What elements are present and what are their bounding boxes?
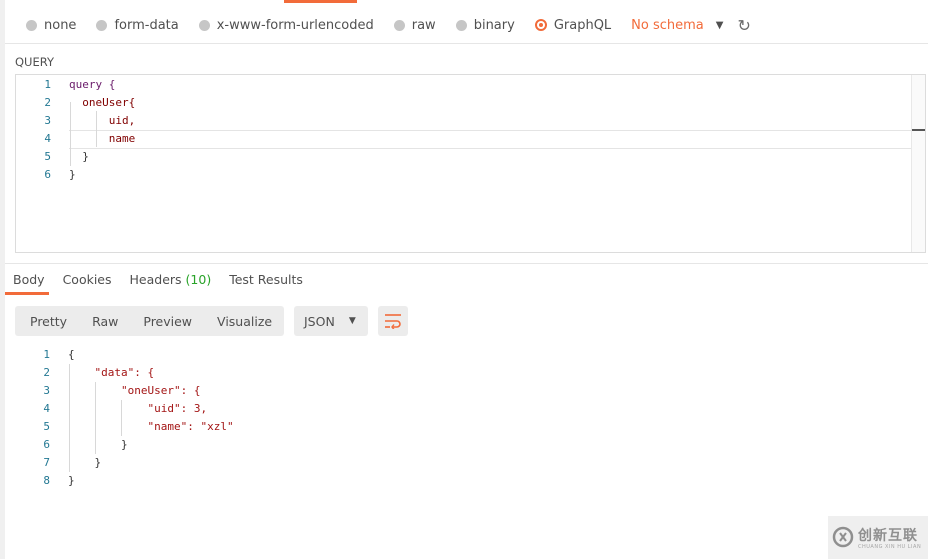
query-editor[interactable]: 1 query { 2 oneUser{ 3 uid, 4 name 5 } 6…	[15, 74, 926, 253]
scrollbar-marker	[912, 129, 925, 131]
radio-graphql[interactable]: GraphQL	[534, 18, 611, 33]
editor-scrollbar[interactable]	[911, 75, 925, 252]
tab-test-results[interactable]: Test Results	[229, 272, 303, 287]
view-raw-button[interactable]: Raw	[92, 314, 118, 329]
query-label: QUERY	[15, 55, 55, 69]
body-type-selector: none form-data x-www-form-urlencoded raw…	[26, 16, 751, 35]
radio-dot-icon	[393, 19, 405, 31]
active-tab-underline	[5, 292, 49, 295]
response-tabs: Body Cookies Headers (10) Test Results	[13, 272, 321, 287]
radio-x-www-form-urlencoded[interactable]: x-www-form-urlencoded	[198, 18, 374, 33]
tab-headers[interactable]: Headers (10)	[130, 272, 212, 287]
watermark-subtext: CHUANG XIN HU LIAN	[858, 544, 922, 550]
format-dropdown[interactable]: JSON ▼	[294, 306, 368, 336]
watermark: 创新互联 CHUANG XIN HU LIAN	[828, 516, 928, 559]
chevron-down-icon[interactable]: ▼	[716, 20, 724, 31]
view-preview-button[interactable]: Preview	[143, 314, 192, 329]
divider	[5, 43, 928, 44]
radio-dot-icon	[198, 19, 210, 31]
watermark-logo-icon	[832, 526, 854, 548]
view-mode-segment: Pretty Raw Preview Visualize	[15, 306, 284, 336]
divider	[5, 263, 928, 264]
radio-selected-icon	[534, 19, 547, 31]
radio-binary[interactable]: binary	[455, 18, 515, 33]
schema-selector[interactable]: No schema	[631, 18, 704, 33]
watermark-text: 创新互联	[858, 528, 918, 544]
view-visualize-button[interactable]: Visualize	[217, 314, 272, 329]
radio-dot-icon	[455, 19, 467, 31]
view-pretty-button[interactable]: Pretty	[30, 314, 67, 329]
tab-cookies[interactable]: Cookies	[63, 272, 112, 287]
radio-raw[interactable]: raw	[393, 18, 436, 33]
headers-count-badge: (10)	[185, 272, 212, 287]
response-body[interactable]: 1 { 2 "data": { 3 "oneUser": { 4 "uid": …	[15, 346, 915, 496]
tab-body[interactable]: Body	[13, 272, 45, 287]
radio-dot-icon	[26, 19, 37, 31]
left-border	[0, 0, 5, 559]
active-line-highlight	[69, 130, 912, 149]
radio-none[interactable]: none	[26, 18, 76, 33]
wrap-lines-icon	[385, 314, 401, 329]
refresh-icon[interactable]: ↻	[737, 16, 750, 35]
active-tab-indicator	[284, 0, 357, 3]
radio-dot-icon	[96, 19, 108, 31]
chevron-down-icon: ▼	[348, 316, 356, 326]
format-value: JSON	[304, 313, 335, 329]
wrap-lines-button[interactable]	[378, 306, 408, 336]
radio-form-data[interactable]: form-data	[96, 18, 179, 33]
